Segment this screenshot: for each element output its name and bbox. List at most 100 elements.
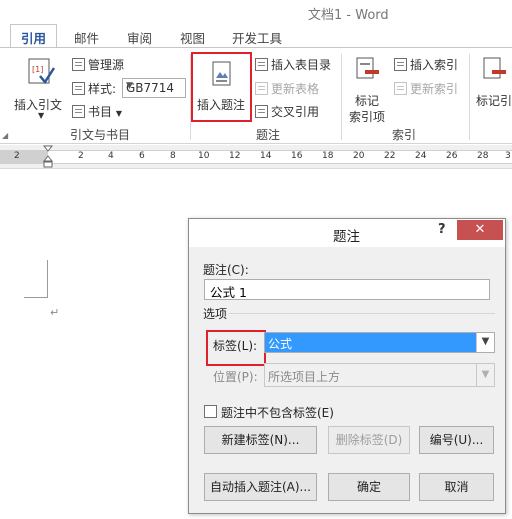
mark-entry-label-line2: 索引项 [349, 110, 386, 124]
caption-input[interactable]: 公式 1 [204, 279, 490, 300]
caption-field-label: 题注(C): [203, 263, 249, 277]
ruler-tick: 28 [477, 151, 489, 161]
caption-dialog: 题注 ? ✕ 题注(C): 公式 1 选项 标签(L): 公式 ▼ 位置(P):… [188, 218, 506, 514]
chevron-down-icon: ▼ [38, 111, 45, 120]
svg-text:[1]: [1] [32, 65, 43, 74]
ruler-tick: 26 [446, 151, 458, 161]
mark-citation-button[interactable]: 标记引 [474, 54, 512, 124]
ruler-tick: 22 [384, 151, 396, 161]
title-bar: 文档1 - Word [0, 0, 512, 24]
update-table-label: 更新表格 [271, 82, 320, 96]
mark-citation-label: 标记引 [476, 94, 512, 108]
chevron-down-icon: ▼ [126, 81, 133, 91]
paragraph-mark: ↵ [50, 306, 60, 319]
caption-highlight-box [191, 52, 252, 122]
ruler-tick: 2 [14, 151, 20, 161]
ruler-tick: 2 [78, 151, 84, 161]
exclude-label-checkbox[interactable] [204, 405, 217, 418]
mark-entry-label-line1: 标记 [355, 94, 380, 108]
update-index-icon [394, 82, 407, 95]
bibliography-button[interactable]: 书目 ▼ [72, 103, 122, 120]
ruler-tick: 8 [170, 151, 176, 161]
style-label-text: 样式: [88, 82, 117, 96]
chevron-down-icon[interactable]: ▼ [476, 364, 494, 386]
label-select-value: 公式 [265, 333, 476, 352]
cross-reference-label: 交叉引用 [271, 105, 320, 119]
ruler-tick: 12 [229, 151, 241, 161]
insert-table-of-figures-label: 插入表目录 [271, 58, 332, 72]
ruler-tick: 16 [291, 151, 303, 161]
style-label: 样式: [72, 80, 116, 97]
chevron-down-icon[interactable]: ▼ [476, 333, 494, 352]
numbering-button[interactable]: 编号(U)... [419, 426, 494, 454]
exclude-label-text: 题注中不包含标签(E) [221, 406, 334, 420]
insert-index-button[interactable]: 插入索引 [394, 56, 458, 73]
cross-reference-icon [255, 105, 268, 118]
group-separator [341, 54, 342, 140]
collapse-ribbon-icon[interactable]: ◢ [2, 131, 8, 140]
chevron-down-icon: ▼ [115, 109, 122, 118]
manage-sources-button[interactable]: 管理源 [72, 56, 124, 73]
group-separator [469, 54, 470, 140]
ruler-tick: 4 [108, 151, 114, 161]
update-table-button[interactable]: 更新表格 [255, 80, 319, 97]
ruler-margin [0, 150, 48, 164]
ruler-tick: 6 [139, 151, 145, 161]
manage-sources-label: 管理源 [88, 58, 125, 72]
indent-marker-icon[interactable] [43, 145, 53, 169]
table-of-figures-icon [255, 58, 268, 71]
ok-button[interactable]: 确定 [328, 473, 410, 501]
window-title: 文档1 - Word [308, 8, 389, 23]
position-select[interactable]: 所选项目上方 ▼ [264, 363, 495, 387]
ruler-tick: 24 [415, 151, 427, 161]
ribbon-tabs: 引用 邮件 审阅 视图 开发工具 [0, 24, 512, 49]
ruler-tick: 10 [198, 151, 210, 161]
options-label: 选项 [203, 307, 228, 321]
dialog-title: 题注 [333, 229, 360, 245]
citations-group-label: 引文与书目 [70, 128, 131, 142]
cross-reference-button[interactable]: 交叉引用 [255, 103, 319, 120]
tab-developer[interactable]: 开发工具 [232, 28, 282, 47]
mark-index-entry-button[interactable]: 标记 索引项 [346, 54, 392, 124]
insert-citation-icon: [1] [28, 58, 56, 85]
label-highlight-box [206, 330, 266, 366]
position-field-label: 位置(P): [213, 370, 258, 384]
ruler-tick: 18 [322, 151, 334, 161]
close-button[interactable]: ✕ [457, 220, 503, 240]
insert-citation-button[interactable]: [1] 插入引文 ▼ [12, 54, 68, 124]
caption-input-value: 公式 1 [210, 285, 247, 300]
tab-references[interactable]: 引用 [10, 24, 58, 49]
margin-corner-mark [24, 260, 48, 298]
new-label-button[interactable]: 新建标签(N)... [204, 426, 317, 454]
insert-index-icon [394, 58, 407, 71]
horizontal-ruler[interactable]: 2 2 4 6 8 10 12 14 16 18 20 22 24 26 28 … [0, 145, 512, 169]
bibliography-label: 书目 [88, 105, 113, 119]
update-index-button[interactable]: 更新索引 [394, 80, 458, 97]
ruler-tick: 3 [505, 151, 511, 161]
update-table-icon [255, 82, 268, 95]
position-select-value: 所选项目上方 [268, 370, 341, 384]
tab-review[interactable]: 审阅 [127, 28, 152, 47]
options-divider [229, 313, 495, 314]
manage-sources-icon [72, 58, 85, 71]
ruler-tick: 14 [260, 151, 272, 161]
index-group-label: 索引 [392, 128, 417, 142]
ribbon: [1] 插入引文 ▼ 管理源 样式: GB7714 ▼ 书目 ▼ 引文与书目 插… [0, 47, 512, 144]
style-select[interactable]: GB7714 ▼ [122, 78, 186, 98]
delete-label-button[interactable]: 删除标签(D) [328, 426, 410, 454]
autocaption-button[interactable]: 自动插入题注(A)... [204, 473, 317, 501]
update-index-label: 更新索引 [410, 82, 459, 96]
mark-entry-icon [356, 57, 379, 79]
help-button[interactable]: ? [438, 222, 446, 237]
tab-view[interactable]: 视图 [180, 28, 205, 47]
style-icon [72, 82, 85, 95]
ruler-tick: 20 [353, 151, 365, 161]
mark-citation-icon [483, 57, 506, 79]
ruler-bar [0, 150, 512, 164]
label-select[interactable]: 公式 ▼ [264, 332, 495, 353]
tab-mailings[interactable]: 邮件 [74, 28, 99, 47]
captions-group-label: 题注 [256, 128, 281, 142]
insert-table-of-figures-button[interactable]: 插入表目录 [255, 56, 331, 73]
bibliography-icon [72, 105, 85, 118]
cancel-button[interactable]: 取消 [419, 473, 494, 501]
